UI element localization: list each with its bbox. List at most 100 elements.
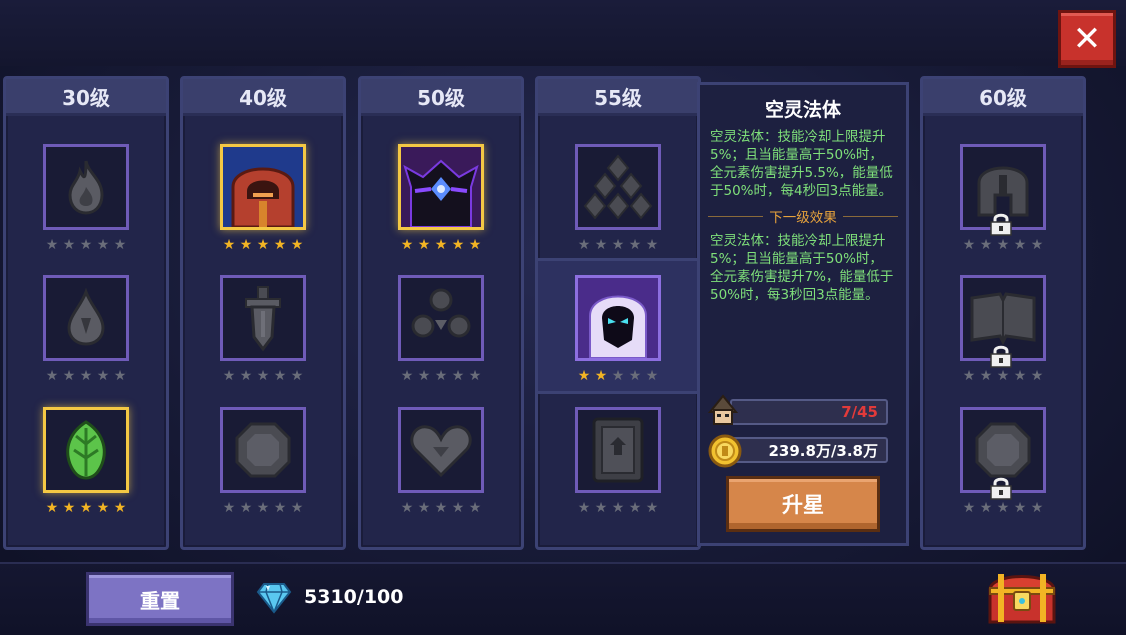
reset-button[interactable]: 重置 — [86, 572, 234, 626]
upgrade-label: 升星 — [782, 493, 824, 517]
star-icon: ★ — [290, 237, 304, 253]
star-icon: ★ — [96, 500, 110, 516]
star-rating-30-3: ★ ★ ★ ★ ★ — [41, 501, 131, 515]
star-icon: ★ — [400, 368, 414, 384]
tier-header-60: 60级 — [923, 79, 1083, 116]
hooded-mage-icon — [223, 147, 303, 227]
star-rating-50-2: ★ ★ ★ ★ ★ — [396, 369, 486, 383]
star-icon: ★ — [1030, 500, 1044, 516]
star-icon: ★ — [434, 368, 448, 384]
star-rating-55-3: ★ ★ ★ ★ ★ — [573, 501, 663, 515]
leaf-icon — [66, 420, 106, 480]
star-icon: ★ — [628, 500, 642, 516]
lock-icon — [990, 477, 1012, 500]
star-icon: ★ — [434, 237, 448, 253]
heart-icon — [410, 425, 472, 478]
star-icon: ★ — [273, 368, 287, 384]
star-icon: ★ — [62, 500, 76, 516]
star-icon: ★ — [417, 368, 431, 384]
octagon-gem-icon — [975, 422, 1031, 478]
star-icon: ★ — [962, 368, 976, 384]
skill-slot-40-2[interactable] — [220, 275, 306, 361]
wizard-portrait-icon — [707, 394, 739, 425]
star-icon: ★ — [645, 500, 659, 516]
star-icon: ★ — [468, 500, 482, 516]
star-icon: ★ — [1030, 368, 1044, 384]
next-level-label: 下一级效果 — [769, 210, 837, 226]
star-rating-60-2: ★ ★ ★ ★ ★ — [958, 369, 1048, 383]
reset-label: 重置 — [140, 588, 180, 613]
diamond-gem-icon — [256, 583, 292, 614]
star-rating-50-3: ★ ★ ★ ★ ★ — [396, 501, 486, 515]
star-icon: ★ — [290, 500, 304, 516]
star-icon: ★ — [577, 368, 591, 384]
star-icon: ★ — [628, 237, 642, 253]
star-icon: ★ — [79, 368, 93, 384]
star-icon: ★ — [222, 500, 236, 516]
star-rating-50-1: ★ ★ ★ ★ ★ — [396, 238, 486, 252]
tier-header-50: 50级 — [361, 79, 521, 116]
star-icon: ★ — [996, 500, 1010, 516]
fragments-value: 7/45 — [841, 403, 878, 421]
skill-slot-30-3[interactable] — [43, 407, 129, 493]
skill-slot-50-1[interactable] — [398, 144, 484, 230]
upgrade-star-button[interactable]: 升星 — [726, 476, 880, 532]
star-icon: ★ — [451, 368, 465, 384]
star-icon: ★ — [400, 500, 414, 516]
close-button[interactable]: ✕ — [1058, 10, 1116, 68]
star-icon: ★ — [468, 368, 482, 384]
star-rating-60-3: ★ ★ ★ ★ ★ — [958, 501, 1048, 515]
treasure-chest-icon[interactable] — [984, 566, 1060, 628]
star-icon: ★ — [45, 368, 59, 384]
skill-slot-30-1[interactable] — [43, 144, 129, 230]
star-icon: ★ — [113, 237, 127, 253]
gold-coin-icon — [708, 434, 742, 468]
clover-orbs-icon — [411, 288, 471, 338]
star-icon: ★ — [273, 237, 287, 253]
star-rating-40-1: ★ ★ ★ ★ ★ — [218, 238, 308, 252]
star-rating-55-2: ★ ★ ★ ★ ★ — [573, 369, 663, 383]
flame-icon — [68, 160, 104, 215]
star-icon: ★ — [79, 500, 93, 516]
skill-slot-40-1[interactable] — [220, 144, 306, 230]
star-rating-55-1: ★ ★ ★ ★ ★ — [573, 238, 663, 252]
stacked-stones-icon — [583, 154, 653, 220]
current-effect-text: 空灵法体：技能冷却上限提升5%；且当能量高于50%时，全元素伤害提升5.5%，能… — [710, 129, 893, 199]
skill-slot-40-3[interactable] — [220, 407, 306, 493]
tier-header-30: 30级 — [6, 79, 166, 116]
star-icon: ★ — [628, 368, 642, 384]
skill-slot-50-3[interactable] — [398, 407, 484, 493]
star-icon: ★ — [996, 237, 1010, 253]
star-icon: ★ — [417, 237, 431, 253]
coins-bar: 239.8万/3.8万 — [730, 437, 888, 463]
fragments-bar: 7/45 — [730, 399, 888, 425]
star-icon: ★ — [62, 368, 76, 384]
star-icon: ★ — [611, 368, 625, 384]
skill-slot-55-2[interactable] — [575, 275, 661, 361]
star-icon: ★ — [468, 237, 482, 253]
next-level-header: 下一级效果 — [708, 206, 898, 226]
star-icon: ★ — [594, 368, 608, 384]
helmet-icon — [977, 166, 1029, 217]
lock-icon — [990, 345, 1012, 368]
star-icon: ★ — [962, 500, 976, 516]
tier-header-40: 40级 — [183, 79, 343, 116]
star-icon: ★ — [1013, 368, 1027, 384]
star-icon: ★ — [962, 237, 976, 253]
skill-slot-55-1[interactable] — [575, 144, 661, 230]
skill-slot-50-2[interactable] — [398, 275, 484, 361]
star-icon: ★ — [239, 500, 253, 516]
star-icon: ★ — [645, 237, 659, 253]
star-rating-40-2: ★ ★ ★ ★ ★ — [218, 369, 308, 383]
skill-slot-55-3[interactable] — [575, 407, 661, 493]
close-icon: ✕ — [1072, 19, 1102, 59]
star-icon: ★ — [979, 500, 993, 516]
star-icon: ★ — [979, 237, 993, 253]
star-icon: ★ — [611, 500, 625, 516]
octagon-shield-icon — [235, 422, 291, 478]
skill-slot-30-2[interactable] — [43, 275, 129, 361]
star-icon: ★ — [113, 368, 127, 384]
star-icon: ★ — [645, 368, 659, 384]
star-icon: ★ — [451, 500, 465, 516]
star-icon: ★ — [62, 237, 76, 253]
